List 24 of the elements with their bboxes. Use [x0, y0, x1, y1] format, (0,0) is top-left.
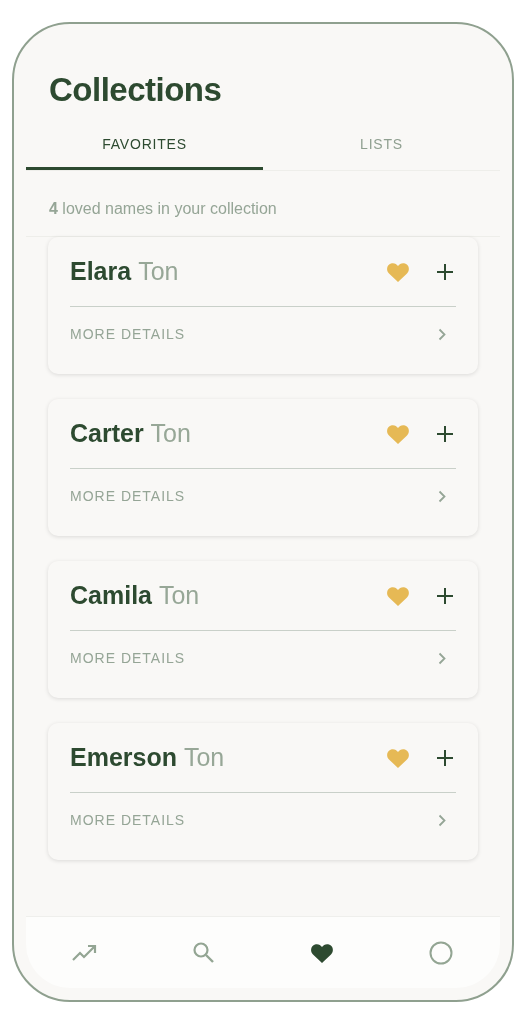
chevron-right-icon[interactable] — [438, 813, 446, 827]
plus-icon[interactable] — [436, 262, 454, 281]
circle-icon[interactable] — [428, 940, 453, 965]
more-details-link[interactable]: MORE DETAILS — [70, 647, 186, 669]
plus-icon[interactable] — [436, 586, 454, 605]
chevron-right-icon[interactable] — [438, 327, 446, 341]
more-details-link[interactable]: MORE DETAILS — [70, 809, 186, 831]
plus-icon[interactable] — [436, 424, 454, 443]
name-text: Carter Ton — [70, 417, 191, 449]
search-icon[interactable] — [191, 940, 216, 965]
chevron-right-icon[interactable] — [438, 489, 446, 503]
heart-icon[interactable] — [310, 941, 335, 964]
name-text: Emerson Ton — [70, 741, 225, 773]
trending-icon[interactable] — [72, 943, 99, 962]
page-title: Collections — [49, 70, 222, 110]
collection-summary: 4 loved names in your collection — [49, 199, 277, 219]
more-details-link[interactable]: MORE DETAILS — [70, 323, 186, 345]
plus-icon[interactable] — [436, 748, 454, 767]
tab[interactable]: LISTS — [263, 122, 500, 170]
name-text: Camila Ton — [70, 579, 200, 611]
chevron-right-icon[interactable] — [438, 651, 446, 665]
name-text: Elara Ton — [70, 255, 179, 287]
more-details-link[interactable]: MORE DETAILS — [70, 485, 186, 507]
tab[interactable]: FAVORITES — [26, 122, 263, 170]
